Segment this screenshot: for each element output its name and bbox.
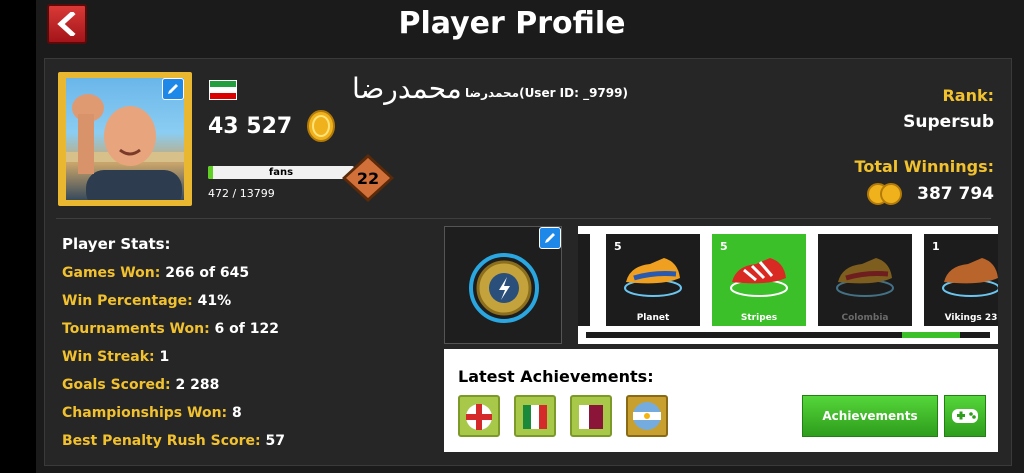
boot-name: Stripes [740, 313, 778, 323]
boot-icon [836, 258, 894, 297]
rank-label: Rank: [942, 86, 994, 105]
stat-label: Best Penalty Rush Score: [62, 433, 261, 449]
level-value: 22 [357, 169, 379, 188]
achievements-title: Latest Achievements: [458, 367, 654, 386]
boot-icon [624, 258, 682, 297]
edit-ball-button[interactable] [539, 227, 561, 249]
stat-row-goals-scored: Goals Scored: 2 288 [62, 377, 219, 393]
achievements-button-label: Achievements [822, 409, 918, 423]
ball-selector[interactable] [444, 226, 562, 344]
fans-label: fans [268, 167, 294, 178]
player-name: محمدرضا [352, 72, 462, 105]
argentina-flag-achievement-icon[interactable] [626, 395, 668, 437]
stat-value: 266 of 645 [165, 265, 250, 281]
boot-card-vikings[interactable]: 1 Vikings 23 [924, 234, 998, 326]
gamepad-icon [952, 409, 978, 423]
coins-value: 43 527 [208, 114, 293, 139]
ball-icon [469, 253, 539, 323]
gamepad-button[interactable] [944, 395, 986, 437]
level-badge: 22 [342, 154, 394, 202]
user-id: محمدرضا(User ID: _9799) [465, 86, 628, 100]
stat-row-win-streak: Win Streak: 1 [62, 349, 169, 365]
boot-name: Planet [636, 313, 670, 323]
edit-avatar-button[interactable] [162, 78, 184, 100]
england-flag-achievement-icon[interactable] [458, 395, 500, 437]
boot-icon [942, 258, 998, 297]
fans-progress-bar: fans [208, 166, 354, 179]
iran-flag-icon [209, 80, 237, 100]
player-stats-title: Player Stats: [62, 235, 171, 253]
boot-card-stripes[interactable]: 5 Stripes [712, 234, 806, 326]
stat-row-tournaments-won: Tournaments Won: 6 of 122 [62, 321, 279, 337]
fans-count: 472 / 13799 [208, 187, 275, 200]
stat-value: 1 [159, 349, 170, 365]
stat-value: 8 [232, 405, 242, 421]
stat-label: Goals Scored: [62, 377, 171, 393]
stat-value: 6 of 122 [214, 321, 279, 337]
boot-name: Colombia [841, 313, 889, 323]
stat-value: 57 [265, 433, 286, 449]
boot-name: Vikings 23 [944, 313, 998, 323]
coin-icon [307, 110, 335, 142]
pencil-icon [168, 84, 178, 94]
stat-row-win-percentage: Win Percentage: 41% [62, 293, 231, 309]
stat-row-championships-won: Championships Won: 8 [62, 405, 242, 421]
latest-achievements-panel: Latest Achievements: Achievements [444, 349, 998, 452]
carousel-scrollbar[interactable] [586, 332, 990, 338]
stat-value: 2 288 [175, 377, 220, 393]
avatar[interactable] [58, 72, 192, 206]
mexico-flag-achievement-icon[interactable] [514, 395, 556, 437]
total-winnings-label: Total Winnings: [854, 157, 994, 176]
stat-label: Championships Won: [62, 405, 228, 421]
coins-stack-icon [867, 183, 902, 205]
pencil-icon [545, 233, 555, 243]
boots-carousel[interactable]: 5 Planet 5 Stripes Colombia 1 Vikings 23 [578, 226, 998, 344]
stat-row-games-won: Games Won: 266 of 645 [62, 265, 249, 281]
boot-card-partial[interactable] [578, 234, 590, 326]
boot-card-planet[interactable]: 5 Planet [606, 234, 700, 326]
page-title: Player Profile [398, 6, 626, 41]
achievements-button[interactable]: Achievements [802, 395, 938, 437]
divider [56, 218, 991, 219]
boot-icon [730, 258, 788, 297]
stat-label: Tournaments Won: [62, 321, 210, 337]
stat-label: Win Streak: [62, 349, 155, 365]
qatar-flag-achievement-icon[interactable] [570, 395, 612, 437]
boot-card-colombia[interactable]: Colombia [818, 234, 912, 326]
rank-value: Supersub [903, 112, 994, 132]
stat-row-best-penalty-rush: Best Penalty Rush Score: 57 [62, 433, 285, 449]
stat-label: Games Won: [62, 265, 161, 281]
stat-value: 41% [197, 293, 232, 309]
total-winnings-value: 387 794 [917, 184, 994, 204]
stat-label: Win Percentage: [62, 293, 193, 309]
scroll-thumb[interactable] [902, 332, 960, 338]
